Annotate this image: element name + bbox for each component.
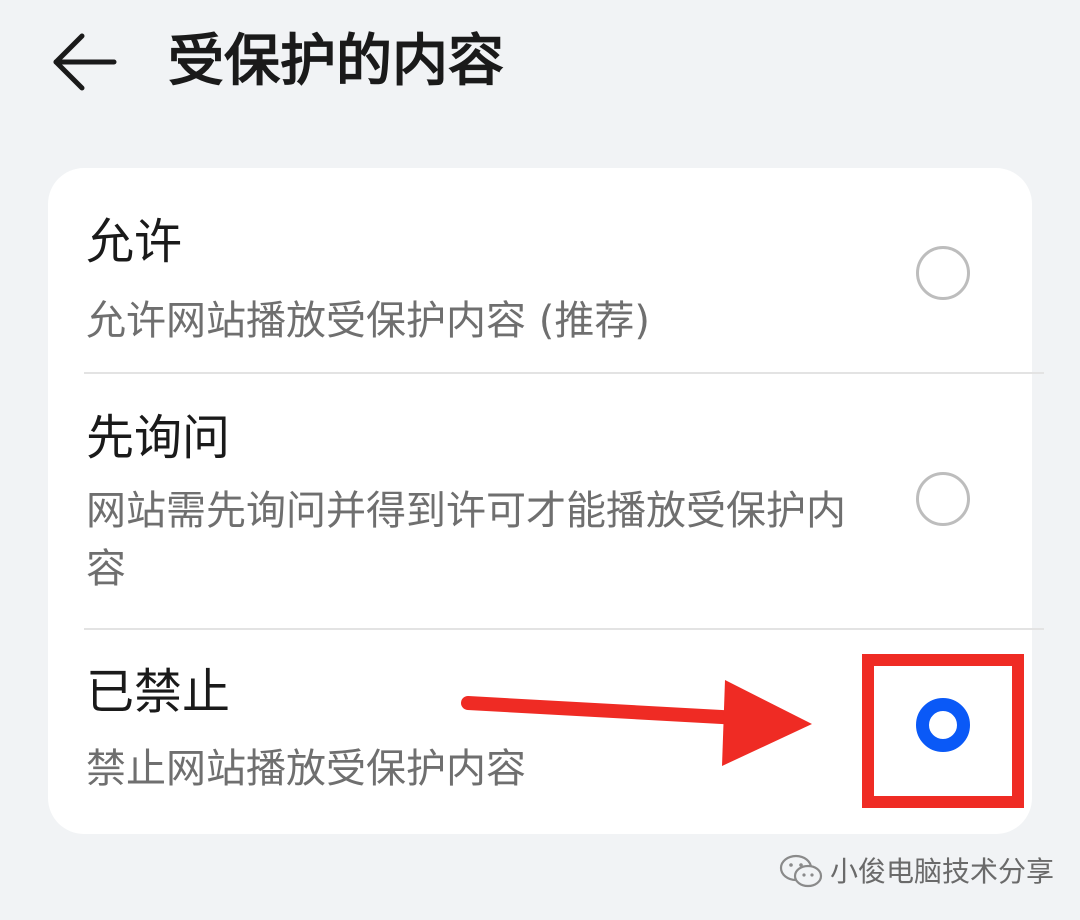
wechat-icon (779, 854, 823, 888)
back-button[interactable] (40, 22, 130, 102)
title-bar: 受保护的内容 (0, 0, 1080, 130)
option-title: 已禁止 (86, 664, 231, 720)
option-subtitle: 允许网站播放受保护内容 (推荐) (86, 298, 650, 344)
highlight-box (862, 654, 1024, 808)
radio-button-ask[interactable] (916, 472, 970, 526)
option-row-ask[interactable]: 先询问 网站需先询问并得到许可才能播放受保护内容 (48, 374, 1032, 628)
option-subtitle: 网站需先询问并得到许可才能播放受保护内容 (86, 488, 846, 592)
option-row-allow[interactable]: 允许 允许网站播放受保护内容 (推荐) (48, 168, 1032, 372)
watermark: 小俊电脑技术分享 (778, 852, 1054, 892)
option-title: 先询问 (86, 410, 231, 466)
option-subtitle: 禁止网站播放受保护内容 (86, 746, 526, 792)
page-title: 受保护的内容 (168, 29, 504, 94)
arrow-left-icon (53, 33, 117, 91)
radio-button-allow[interactable] (916, 246, 970, 300)
option-title: 允许 (86, 214, 183, 270)
watermark-text: 小俊电脑技术分享 (830, 855, 1055, 888)
